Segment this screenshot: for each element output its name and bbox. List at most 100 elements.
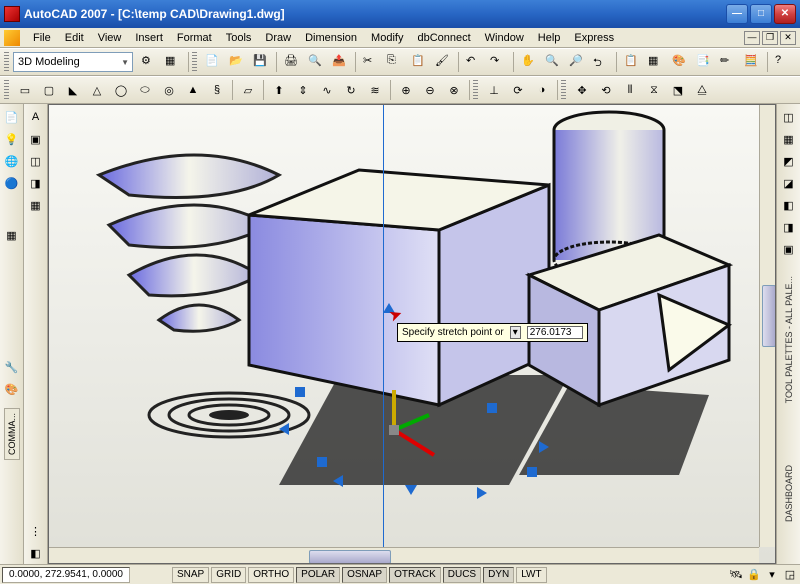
cmd-toggle-icon[interactable]: ◧ (26, 543, 46, 563)
dyn-toggle[interactable]: DYN (483, 567, 514, 583)
shaded-cube-icon[interactable]: ◨ (26, 173, 46, 193)
grip-corner[interactable] (487, 403, 497, 413)
doc-close-button[interactable]: ✕ (780, 31, 796, 45)
palette-btn-6[interactable]: ◨ (779, 217, 799, 237)
comm-center-icon[interactable]: 🛰 (728, 567, 744, 583)
layer-icon[interactable]: 💡 (2, 129, 22, 149)
tray-icon[interactable]: ▾ (764, 567, 780, 583)
doc-minimize-button[interactable]: — (744, 31, 760, 45)
menu-view[interactable]: View (91, 30, 129, 46)
copy-icon[interactable]: ⎘ (384, 51, 406, 73)
drawing-viewport[interactable]: ➤ Specify stretch point or ▾ (48, 104, 776, 564)
sheet-set-icon[interactable]: 📑 (693, 51, 715, 73)
menu-express[interactable]: Express (567, 30, 621, 46)
3dmirror-icon[interactable]: ⧖ (643, 79, 665, 101)
grip-stretch-right[interactable] (539, 441, 549, 453)
menu-format[interactable]: Format (170, 30, 219, 46)
wedge-icon[interactable]: ◣ (62, 79, 84, 101)
coordinate-display[interactable]: 0.0000, 272.9541, 0.0000 (2, 567, 130, 583)
zoom-prev-icon[interactable]: ⮌ (590, 51, 612, 73)
menu-file[interactable]: File (26, 30, 58, 46)
markup-icon[interactable]: ✏ (717, 51, 739, 73)
menu-modify[interactable]: Modify (364, 30, 410, 46)
save-icon[interactable]: 💾 (250, 51, 272, 73)
intersect-icon[interactable]: ⊗ (443, 79, 465, 101)
sweep-icon[interactable]: ∿ (316, 79, 338, 101)
menu-dimension[interactable]: Dimension (298, 30, 364, 46)
3dorbit-icon[interactable]: ⟳ (507, 79, 529, 101)
palette-btn-4[interactable]: ◪ (779, 173, 799, 193)
menu-tools[interactable]: Tools (219, 30, 259, 46)
ducs-toggle[interactable]: DUCS (443, 567, 481, 583)
calc-icon[interactable]: 🧮 (741, 51, 763, 73)
pan-icon[interactable]: ✋ (518, 51, 540, 73)
toolbar-grip[interactable] (192, 52, 197, 72)
menu-insert[interactable]: Insert (128, 30, 170, 46)
otrack-toggle[interactable]: OTRACK (389, 567, 441, 583)
minimize-button[interactable]: — (726, 4, 748, 24)
sheet-icon[interactable]: 📄 (2, 107, 22, 127)
cone-icon[interactable]: △ (86, 79, 108, 101)
osnap-toggle[interactable]: OSNAP (342, 567, 387, 583)
cmd-handle-icon[interactable]: ⋮ (26, 521, 46, 541)
grip-corner[interactable] (317, 457, 327, 467)
palette-btn-1[interactable]: ◫ (779, 107, 799, 127)
snap-toggle[interactable]: SNAP (172, 567, 209, 583)
doc-restore-button[interactable]: ❐ (762, 31, 778, 45)
3dmove-icon[interactable]: ✥ (571, 79, 593, 101)
3dalign-icon[interactable]: ⫴ (619, 79, 641, 101)
visual-style-icon[interactable]: ◑ (531, 79, 553, 101)
zoom-window-icon[interactable]: 🔎 (566, 51, 588, 73)
toolbar-grip[interactable] (561, 80, 566, 100)
tool-icon[interactable]: 🔧 (2, 357, 22, 377)
grip-corner[interactable] (295, 387, 305, 397)
zoom-rt-icon[interactable]: 🔍 (542, 51, 564, 73)
slice-icon[interactable]: ⧋ (691, 79, 713, 101)
open-icon[interactable]: 📂 (226, 51, 248, 73)
print-icon[interactable]: 🖨 (281, 51, 303, 73)
vertical-scrollbar[interactable] (759, 105, 775, 547)
command-line-tab[interactable]: COMMA... (4, 408, 20, 460)
grid-toggle[interactable]: GRID (211, 567, 246, 583)
grip-stretch-up[interactable] (383, 303, 395, 313)
ortho-toggle[interactable]: ORTHO (248, 567, 294, 583)
render-icon[interactable]: 🔵 (2, 173, 22, 193)
text-icon[interactable]: A (26, 107, 46, 127)
grip-stretch-left[interactable] (279, 423, 289, 435)
lwt-toggle[interactable]: LWT (516, 567, 546, 583)
workspace-settings-icon[interactable]: ⚙ (138, 51, 160, 73)
horizontal-scrollbar[interactable] (49, 547, 759, 563)
workspace-save-icon[interactable]: ▦ (162, 51, 184, 73)
dashboard-tab[interactable]: DASHBOARD (782, 459, 796, 528)
menu-window[interactable]: Window (478, 30, 531, 46)
polar-toggle[interactable]: POLAR (296, 567, 340, 583)
planar-surf-icon[interactable]: ▱ (237, 79, 259, 101)
cube-icon[interactable]: ▣ (26, 129, 46, 149)
maximize-button[interactable]: □ (750, 4, 772, 24)
tool-palettes-icon[interactable]: 🎨 (669, 51, 691, 73)
3drotate-icon[interactable]: ⟲ (595, 79, 617, 101)
realistic-icon[interactable]: ▦ (26, 195, 46, 215)
color-icon[interactable]: 🎨 (2, 379, 22, 399)
pyramid-icon[interactable]: ▲ (182, 79, 204, 101)
union-icon[interactable]: ⊕ (395, 79, 417, 101)
workspace-dropdown[interactable]: 3D Modeling (13, 52, 133, 72)
redo-icon[interactable]: ↷ (487, 51, 509, 73)
palette-btn-7[interactable]: ▣ (779, 239, 799, 259)
palette-btn-2[interactable]: ▦ (779, 129, 799, 149)
toolbar-grip[interactable] (473, 80, 478, 100)
publish-icon[interactable]: 📤 (329, 51, 351, 73)
match-prop-icon[interactable]: 🖌 (432, 51, 454, 73)
palette-btn-5[interactable]: ◧ (779, 195, 799, 215)
properties-icon[interactable]: 📋 (621, 51, 643, 73)
polysolid-icon[interactable]: ▭ (14, 79, 36, 101)
ucs-gizmo[interactable] (359, 385, 449, 475)
helix-icon[interactable]: § (206, 79, 228, 101)
sectionplane-icon[interactable]: ⬔ (667, 79, 689, 101)
new-icon[interactable]: 📄 (202, 51, 224, 73)
extrude-icon[interactable]: ⬆ (268, 79, 290, 101)
box-icon[interactable]: ▢ (38, 79, 60, 101)
toolbar-grip[interactable] (4, 52, 9, 72)
world-icon[interactable]: 🌐 (2, 151, 22, 171)
design-center-icon[interactable]: ▦ (645, 51, 667, 73)
